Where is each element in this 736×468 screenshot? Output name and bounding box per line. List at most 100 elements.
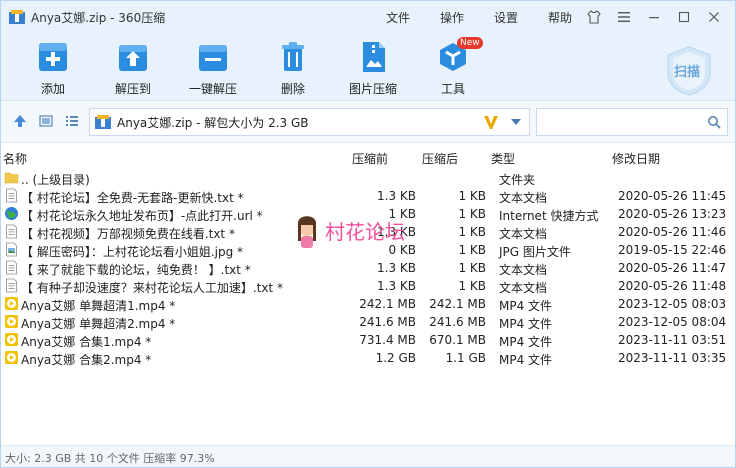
file-type: 文本文档 xyxy=(499,281,548,295)
menu-help[interactable]: 帮助 xyxy=(535,9,585,26)
close-icon xyxy=(709,12,719,22)
file-type: MP4 文件 xyxy=(499,353,553,367)
file-size-after: 1 KB xyxy=(458,279,486,293)
one-click-extract-icon xyxy=(199,45,227,71)
file-type: 文本文档 xyxy=(499,191,548,205)
video-file-icon xyxy=(5,351,18,364)
file-row[interactable]: 【 来了就能下载的论坛，纯免费！ 】.txt * 1.3 KB 1 KB 文本文档 20… xyxy=(1,259,735,277)
image-file-icon xyxy=(6,242,17,257)
file-type: 文件夹 xyxy=(499,173,536,187)
file-date: 2019-05-15 22:46 xyxy=(618,243,727,257)
add-icon xyxy=(39,43,67,71)
add-button[interactable]: 添加 xyxy=(15,39,91,99)
path-dropdown-icon[interactable] xyxy=(511,119,521,125)
toolbar: 添加 解压到 一键解压 删除 图片压缩 工具 New 扫描 xyxy=(1,33,735,101)
menu-settings[interactable]: 设置 xyxy=(481,9,531,26)
main-menu-button[interactable] xyxy=(609,5,639,29)
file-type: 文本文档 xyxy=(499,227,548,241)
scan-button[interactable]: 扫描 xyxy=(663,45,715,97)
extract-to-button[interactable]: 解压到 xyxy=(95,39,171,99)
image-compress-label: 图片压缩 xyxy=(348,82,397,96)
file-date: 2023-12-05 08:04 xyxy=(618,315,727,329)
text-file-icon xyxy=(6,224,17,239)
column-size-before[interactable]: 压缩前 xyxy=(352,150,388,167)
file-date: 2023-11-11 03:35 xyxy=(618,351,727,365)
skin-button[interactable] xyxy=(579,5,609,29)
tools-button[interactable]: 工具 New xyxy=(415,37,491,99)
file-list: .. (上级目录) 文件夹【 村花论坛】全免费-无套路-更新快.txt * 1.3 … xyxy=(1,169,735,367)
zip-archive-icon xyxy=(95,115,111,129)
file-size-after: 241.6 MB xyxy=(429,315,486,329)
file-date: 2020-05-26 11:47 xyxy=(618,261,727,275)
video-file-icon xyxy=(5,315,18,328)
search-input[interactable] xyxy=(536,108,728,136)
video-file-icon xyxy=(5,297,18,310)
one-click-extract-label: 一键解压 xyxy=(188,82,237,96)
file-name: Anya艾娜 单舞超清1.mp4 * xyxy=(21,299,176,313)
minimize-icon xyxy=(649,17,659,19)
file-type: 文本文档 xyxy=(499,263,548,277)
close-button[interactable] xyxy=(699,5,729,29)
file-name: 【 解压密码】：上村花论坛看小姐姐.jpg * xyxy=(21,245,244,259)
menu-file[interactable]: 文件 xyxy=(373,9,423,26)
status-text: 大小: 2.3 GB 共 10 个文件 压缩率 97.3% xyxy=(5,452,215,465)
menu-bar: 文件 操作 设置 帮助 xyxy=(373,1,585,33)
file-type: MP4 文件 xyxy=(499,317,553,331)
file-name: Anya艾娜 合集1.mp4 * xyxy=(21,335,152,349)
file-size-after: 1.1 GB xyxy=(445,351,486,365)
column-modified[interactable]: 修改日期 xyxy=(612,150,660,167)
one-click-extract-button[interactable]: 一键解压 xyxy=(175,39,251,99)
list-view-icon[interactable] xyxy=(65,114,79,128)
file-size-after: 1 KB xyxy=(458,207,486,221)
column-header: 名称 压缩前 压缩后 类型 修改日期 xyxy=(1,146,735,168)
file-size-after: 1 KB xyxy=(458,261,486,275)
file-row[interactable]: 【 有种子却没速度？来村花论坛人工加速】.txt * 1.3 KB 1 KB 文本文档… xyxy=(1,277,735,295)
file-name: 【 来了就能下载的论坛，纯免费！ 】.txt * xyxy=(21,263,251,277)
file-row[interactable]: Anya艾娜 合集2.mp4 * 1.2 GB 1.1 GB MP4 文件 2023-1… xyxy=(1,349,735,367)
file-size-after: 1 KB xyxy=(458,243,486,257)
file-row[interactable]: Anya艾娜 合集1.mp4 * 731.4 MB 670.1 MB MP4 文件 20… xyxy=(1,331,735,349)
folder-icon xyxy=(4,172,19,184)
file-name: .. (上级目录) xyxy=(21,173,90,187)
maximize-icon xyxy=(678,11,690,23)
video-file-icon xyxy=(5,333,18,346)
verified-v-icon[interactable] xyxy=(483,114,499,130)
thumbnail-view-icon[interactable] xyxy=(39,114,53,128)
file-size-before: 1.3 KB xyxy=(377,261,416,275)
navigation-bar: Anya艾娜.zip - 解包大小为 2.3 GB xyxy=(1,101,735,143)
column-type[interactable]: 类型 xyxy=(491,150,515,167)
file-size-before: 242.1 MB xyxy=(359,297,416,311)
path-text: Anya艾娜.zip - 解包大小为 2.3 GB xyxy=(117,115,309,130)
file-size-before: 1.3 KB xyxy=(377,279,416,293)
hamburger-icon xyxy=(618,12,630,22)
maximize-button[interactable] xyxy=(669,5,699,29)
path-box[interactable]: Anya艾娜.zip - 解包大小为 2.3 GB xyxy=(89,108,530,136)
file-row[interactable]: Anya艾娜 单舞超清1.mp4 * 242.1 MB 242.1 MB MP4 文件… xyxy=(1,295,735,313)
delete-icon xyxy=(282,42,304,71)
column-name[interactable]: 名称 xyxy=(3,150,27,167)
file-type: MP4 文件 xyxy=(499,335,553,349)
minimize-button[interactable] xyxy=(639,5,669,29)
file-date: 2020-05-26 11:46 xyxy=(618,225,727,239)
up-arrow-icon[interactable] xyxy=(13,114,27,128)
delete-label: 删除 xyxy=(280,82,305,96)
search-icon[interactable] xyxy=(707,115,721,129)
status-bar: 大小: 2.3 GB 共 10 个文件 压缩率 97.3% xyxy=(1,445,735,467)
image-compress-icon xyxy=(363,42,385,72)
file-size-after: 670.1 MB xyxy=(429,333,486,347)
shirt-icon xyxy=(587,10,601,24)
file-size-before: 1.3 KB xyxy=(377,189,416,203)
text-file-icon xyxy=(6,278,17,293)
file-row[interactable]: 【 村花论坛】全免费-无套路-更新快.txt * 1.3 KB 1 KB 文本文档 20… xyxy=(1,187,735,205)
new-badge: New xyxy=(457,37,483,49)
file-row[interactable]: Anya艾娜 单舞超清2.mp4 * 241.6 MB 241.6 MB MP4 文件… xyxy=(1,313,735,331)
menu-operate[interactable]: 操作 xyxy=(427,9,477,26)
file-row[interactable]: .. (上级目录) 文件夹 xyxy=(1,169,735,187)
watermark-text: 村花论坛 xyxy=(325,220,405,244)
window-title: Anya艾娜.zip - 360压缩 xyxy=(31,10,166,25)
image-compress-button[interactable]: 图片压缩 xyxy=(335,39,411,99)
delete-button[interactable]: 删除 xyxy=(255,39,331,99)
add-button-label: 添加 xyxy=(40,82,65,96)
file-size-after: 1 KB xyxy=(458,189,486,203)
column-size-after[interactable]: 压缩后 xyxy=(422,150,458,167)
